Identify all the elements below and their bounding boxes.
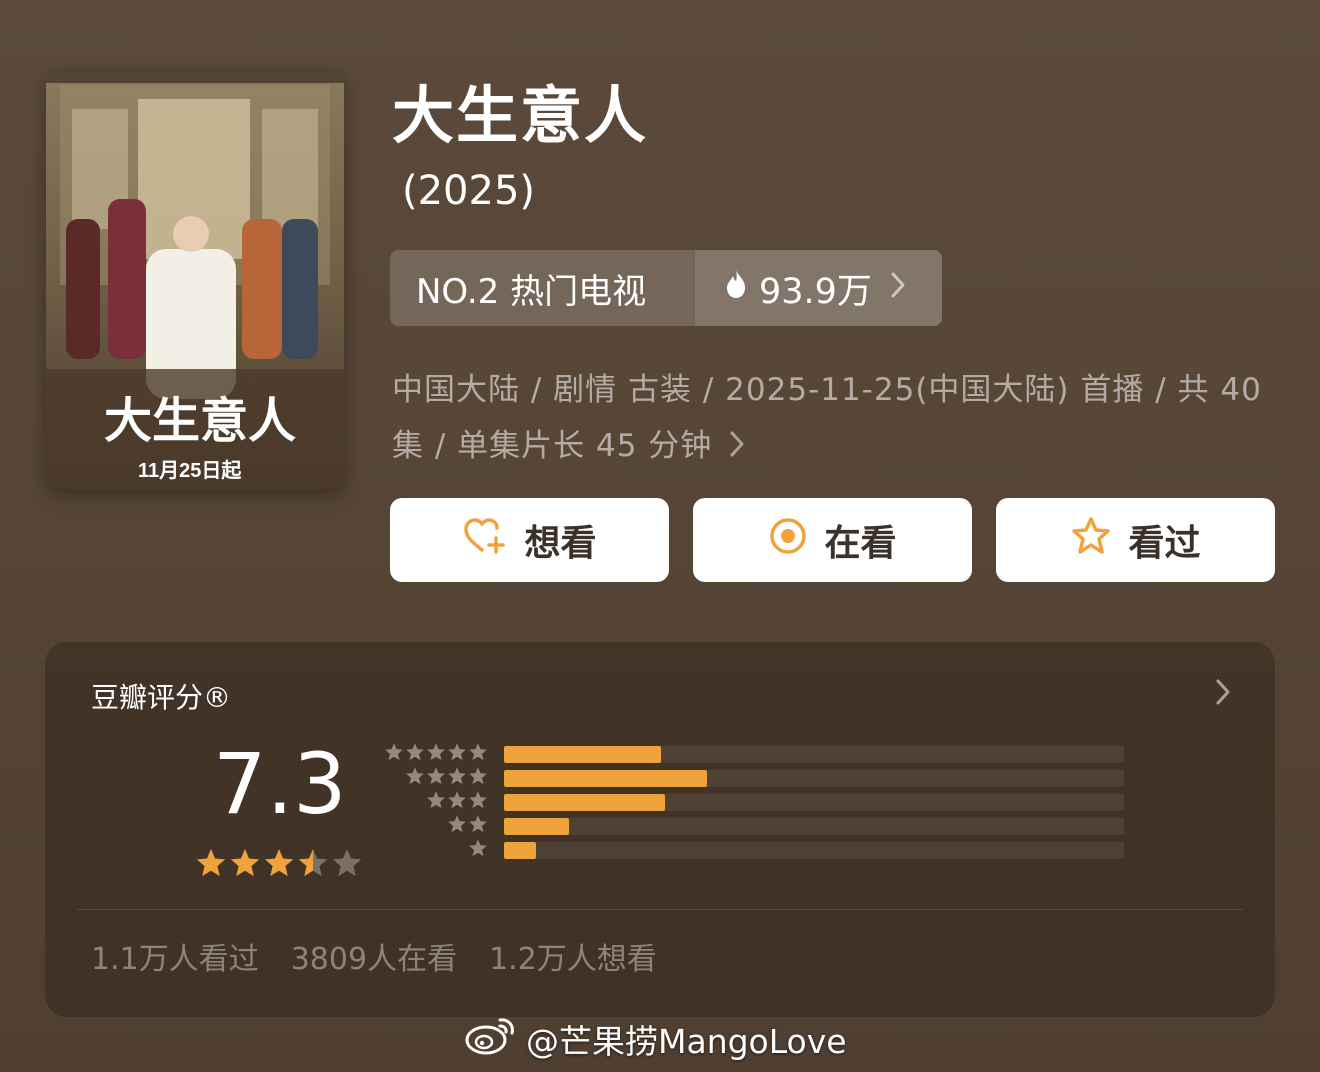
rating-score: 7.3 xyxy=(213,735,347,833)
distribution-bar xyxy=(504,841,537,859)
small-star-icon xyxy=(447,814,467,838)
target-icon xyxy=(768,516,808,565)
action-buttons: 想看 在看 看过 xyxy=(390,498,1275,582)
watching-label: 在看 xyxy=(824,523,897,564)
watch-stats: 1.1万人看过 3809人在看 1.2万人想看 xyxy=(91,934,657,978)
small-star-icon xyxy=(447,766,467,790)
small-star-icon xyxy=(426,766,446,790)
distribution-stars xyxy=(383,814,504,838)
distribution-track xyxy=(504,817,1124,835)
rating-distribution xyxy=(383,742,1124,862)
distribution-stars xyxy=(383,766,504,790)
small-star-icon xyxy=(447,742,467,766)
poster-title-art: 大生意人 xyxy=(104,395,296,448)
distribution-track xyxy=(504,745,1124,763)
distribution-track xyxy=(504,793,1124,811)
wish-count: 1.2万人想看 xyxy=(489,942,657,977)
small-star-icon xyxy=(468,766,488,790)
star-icon xyxy=(229,847,261,883)
distribution-row-5-star xyxy=(383,742,1124,766)
distribution-row-3-star xyxy=(383,790,1124,814)
watched-count: 1.1万人看过 xyxy=(91,942,259,977)
small-star-icon xyxy=(405,766,425,790)
release-year: (2025) xyxy=(402,168,536,214)
meta-text: 中国大陆 / 剧情 古装 / 2025-11-25(中国大陆) 首播 / 共 4… xyxy=(392,372,1262,464)
watched-label: 看过 xyxy=(1128,523,1201,564)
small-star-icon xyxy=(426,790,446,814)
watermark-text: @芒果捞MangoLove xyxy=(526,1022,847,1061)
chevron-right-icon xyxy=(890,268,906,308)
distribution-track xyxy=(504,841,1124,859)
heart-plus-icon xyxy=(462,516,508,565)
star-icon xyxy=(331,847,363,883)
distribution-row-4-star xyxy=(383,766,1124,790)
distribution-bar xyxy=(504,769,707,787)
distribution-bar xyxy=(504,817,570,835)
star-icon xyxy=(297,847,329,883)
poster-image[interactable]: 大生意人 11月25日起 xyxy=(46,69,344,489)
distribution-bar xyxy=(504,793,666,811)
watching-count: 3809人在看 xyxy=(290,942,458,977)
chevron-right-icon xyxy=(729,420,745,476)
small-star-icon xyxy=(405,742,425,766)
score-stars xyxy=(195,847,363,883)
watched-button[interactable]: 看过 xyxy=(996,498,1275,582)
distribution-stars xyxy=(383,742,504,766)
distribution-stars xyxy=(383,790,504,814)
star-outline-icon xyxy=(1070,516,1112,565)
rank-label: NO.2 热门电视 xyxy=(390,250,695,326)
douban-rating-label: 豆瓣评分® xyxy=(91,681,232,714)
poster-release-line: 11月25日起 xyxy=(138,459,242,482)
watching-button[interactable]: 在看 xyxy=(693,498,972,582)
small-star-icon xyxy=(468,790,488,814)
distribution-bar xyxy=(504,745,662,763)
heat-value: 93.9万 xyxy=(759,271,872,312)
heat-link[interactable]: 93.9万 xyxy=(695,250,942,326)
small-star-icon xyxy=(468,838,488,862)
small-star-icon xyxy=(384,742,404,766)
chevron-right-icon[interactable] xyxy=(1215,678,1231,710)
star-icon xyxy=(195,847,227,883)
distribution-row-2-star xyxy=(383,814,1124,838)
rank-chip[interactable]: NO.2 热门电视 93.9万 xyxy=(390,250,942,326)
small-star-icon xyxy=(447,790,467,814)
star-icon xyxy=(263,847,295,883)
want-to-watch-label: 想看 xyxy=(524,523,597,564)
page-title: 大生意人 xyxy=(392,79,649,152)
rating-card[interactable]: 豆瓣评分® 7.3 1.1万人看过 3809人在看 1.2万人想看 xyxy=(45,642,1275,1017)
small-star-icon xyxy=(468,742,488,766)
want-to-watch-button[interactable]: 想看 xyxy=(390,498,669,582)
small-star-icon xyxy=(468,814,488,838)
weibo-icon xyxy=(464,1014,518,1064)
small-star-icon xyxy=(426,742,446,766)
distribution-stars xyxy=(383,838,504,862)
flame-icon xyxy=(723,268,749,308)
divider xyxy=(77,909,1243,910)
watermark: @芒果捞MangoLove xyxy=(464,1014,847,1064)
distribution-track xyxy=(504,769,1124,787)
distribution-row-1-star xyxy=(383,838,1124,862)
meta-info[interactable]: 中国大陆 / 剧情 古装 / 2025-11-25(中国大陆) 首播 / 共 4… xyxy=(392,362,1262,476)
